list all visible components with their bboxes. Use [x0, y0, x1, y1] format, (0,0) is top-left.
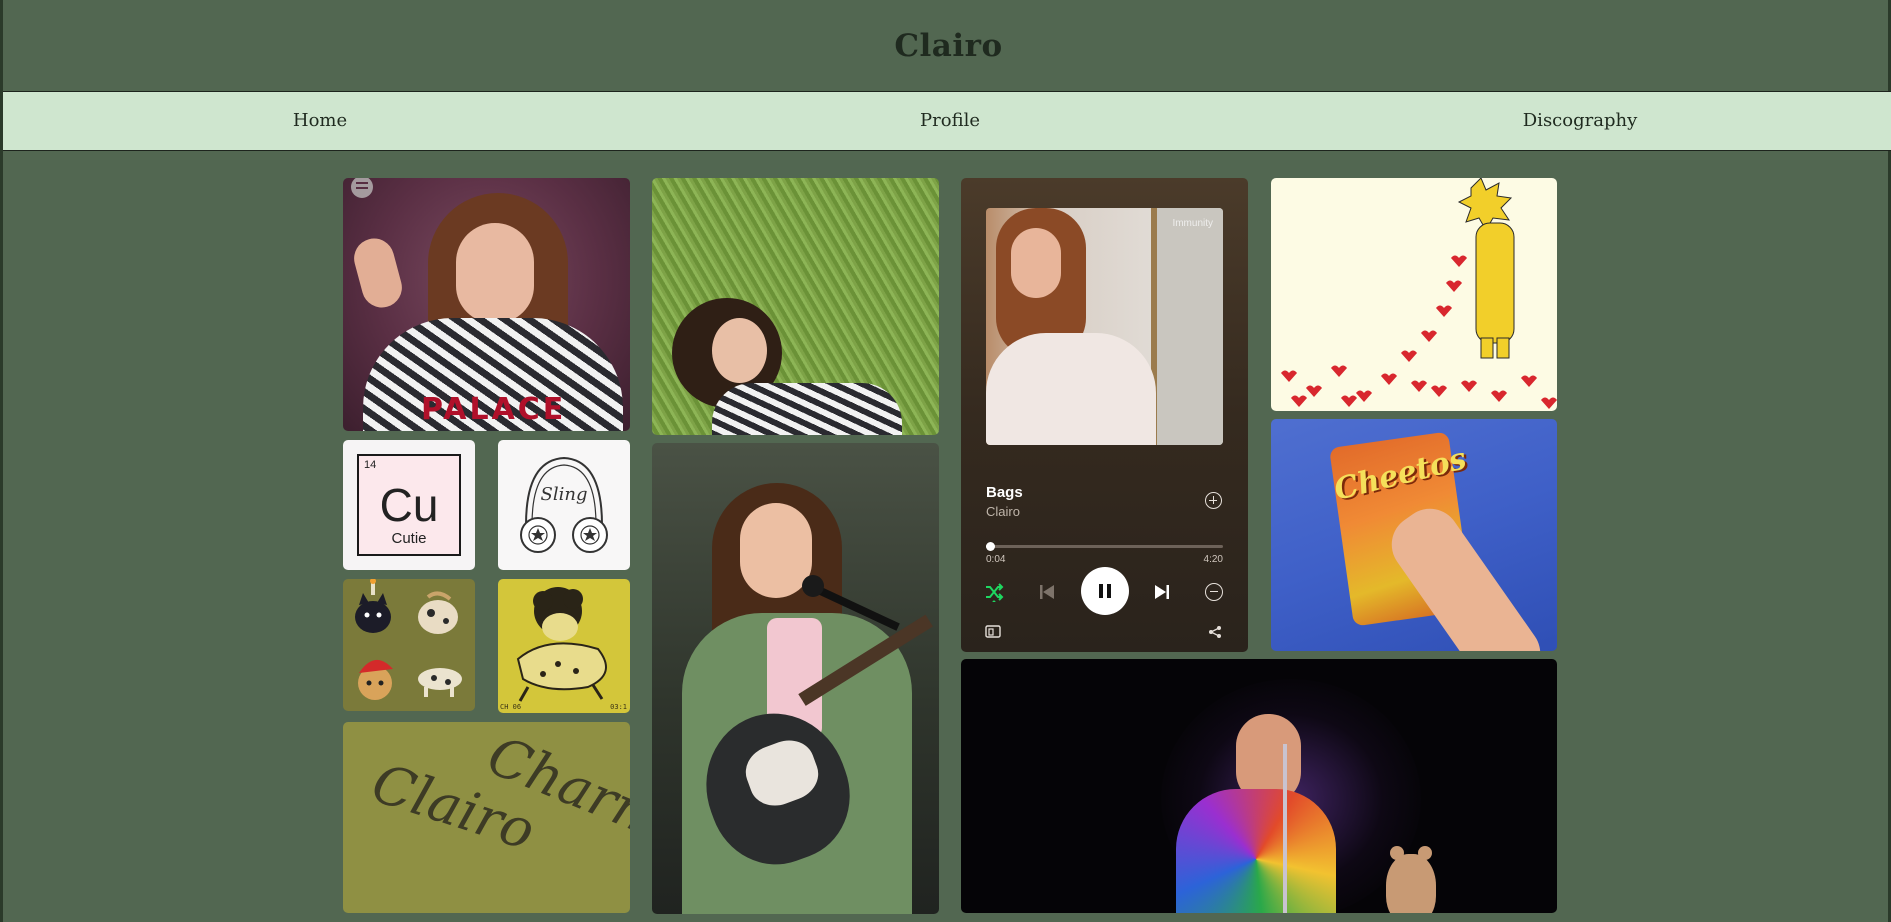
album-watermark: Immunity: [1172, 218, 1213, 229]
spotify-icon: [351, 178, 373, 198]
headphones-illustration: Sling: [520, 456, 608, 553]
photo-guitar-performance: [652, 443, 939, 914]
print-caption-left: CH 06: [500, 703, 522, 711]
progress-bar[interactable]: [985, 542, 1223, 551]
remove-icon[interactable]: [1205, 583, 1223, 601]
sling-text: Sling: [541, 484, 588, 505]
spotify-player: Immunity Bags Clairo 0:04 4:20: [961, 178, 1248, 652]
nav-home[interactable]: Home: [293, 92, 347, 149]
add-icon[interactable]: [1205, 492, 1222, 509]
shuffle-icon[interactable]: [983, 581, 1005, 603]
next-icon[interactable]: [1151, 581, 1173, 603]
microphone: [802, 575, 824, 597]
illustration-sun-hearts: [1271, 178, 1557, 411]
print-caption-right: 03:1: [610, 703, 627, 711]
devices-icon[interactable]: [985, 625, 1001, 639]
album-art: Immunity: [986, 208, 1223, 445]
photo-cheetos-bag: Cheetos: [1271, 419, 1557, 651]
pause-icon: [1099, 584, 1111, 598]
nav-profile[interactable]: Profile: [920, 92, 980, 149]
previous-icon[interactable]: [1036, 581, 1058, 603]
photo-enamel-pins: [343, 579, 475, 711]
song-title[interactable]: Bags: [986, 484, 1023, 501]
photo-green-rug: [652, 178, 939, 435]
pins-illustration: [355, 579, 462, 700]
palace-text: PALACE: [421, 392, 567, 427]
photo-concert-stage: [961, 659, 1557, 913]
stuffed-bear: [1386, 846, 1436, 913]
pause-button[interactable]: [1081, 567, 1129, 615]
photo-palace-sweater: PALACE: [343, 178, 630, 431]
cherub-illustration: [516, 587, 607, 702]
sun-hearts-illustration: [1281, 178, 1557, 409]
artist-name[interactable]: Clairo: [986, 504, 1020, 519]
element-symbol: Cu: [379, 479, 439, 531]
mic-stand: [1283, 744, 1287, 913]
sticker-clairo-charm: Clairo Charm: [343, 722, 630, 913]
sticker-cutie-element: 14 Cu Cutie: [343, 440, 475, 570]
nav-discography[interactable]: Discography: [1523, 92, 1638, 149]
elapsed-time: 0:04: [986, 554, 1006, 565]
progress-knob[interactable]: [985, 542, 995, 551]
main-nav: Home Profile Discography: [3, 91, 1891, 151]
share-icon[interactable]: [1207, 625, 1223, 639]
photo-cherub-print: CH 06 03:1: [498, 579, 630, 713]
site-header: Clairo: [3, 0, 1891, 91]
sticker-sling-headphones: Sling: [498, 440, 630, 570]
element-name: Cutie: [391, 530, 427, 547]
duration-time: 4:20: [1203, 554, 1223, 565]
site-title: Clairo: [894, 27, 1003, 64]
element-number: 14: [364, 459, 377, 471]
charm-lettering: Clairo Charm: [365, 723, 630, 862]
